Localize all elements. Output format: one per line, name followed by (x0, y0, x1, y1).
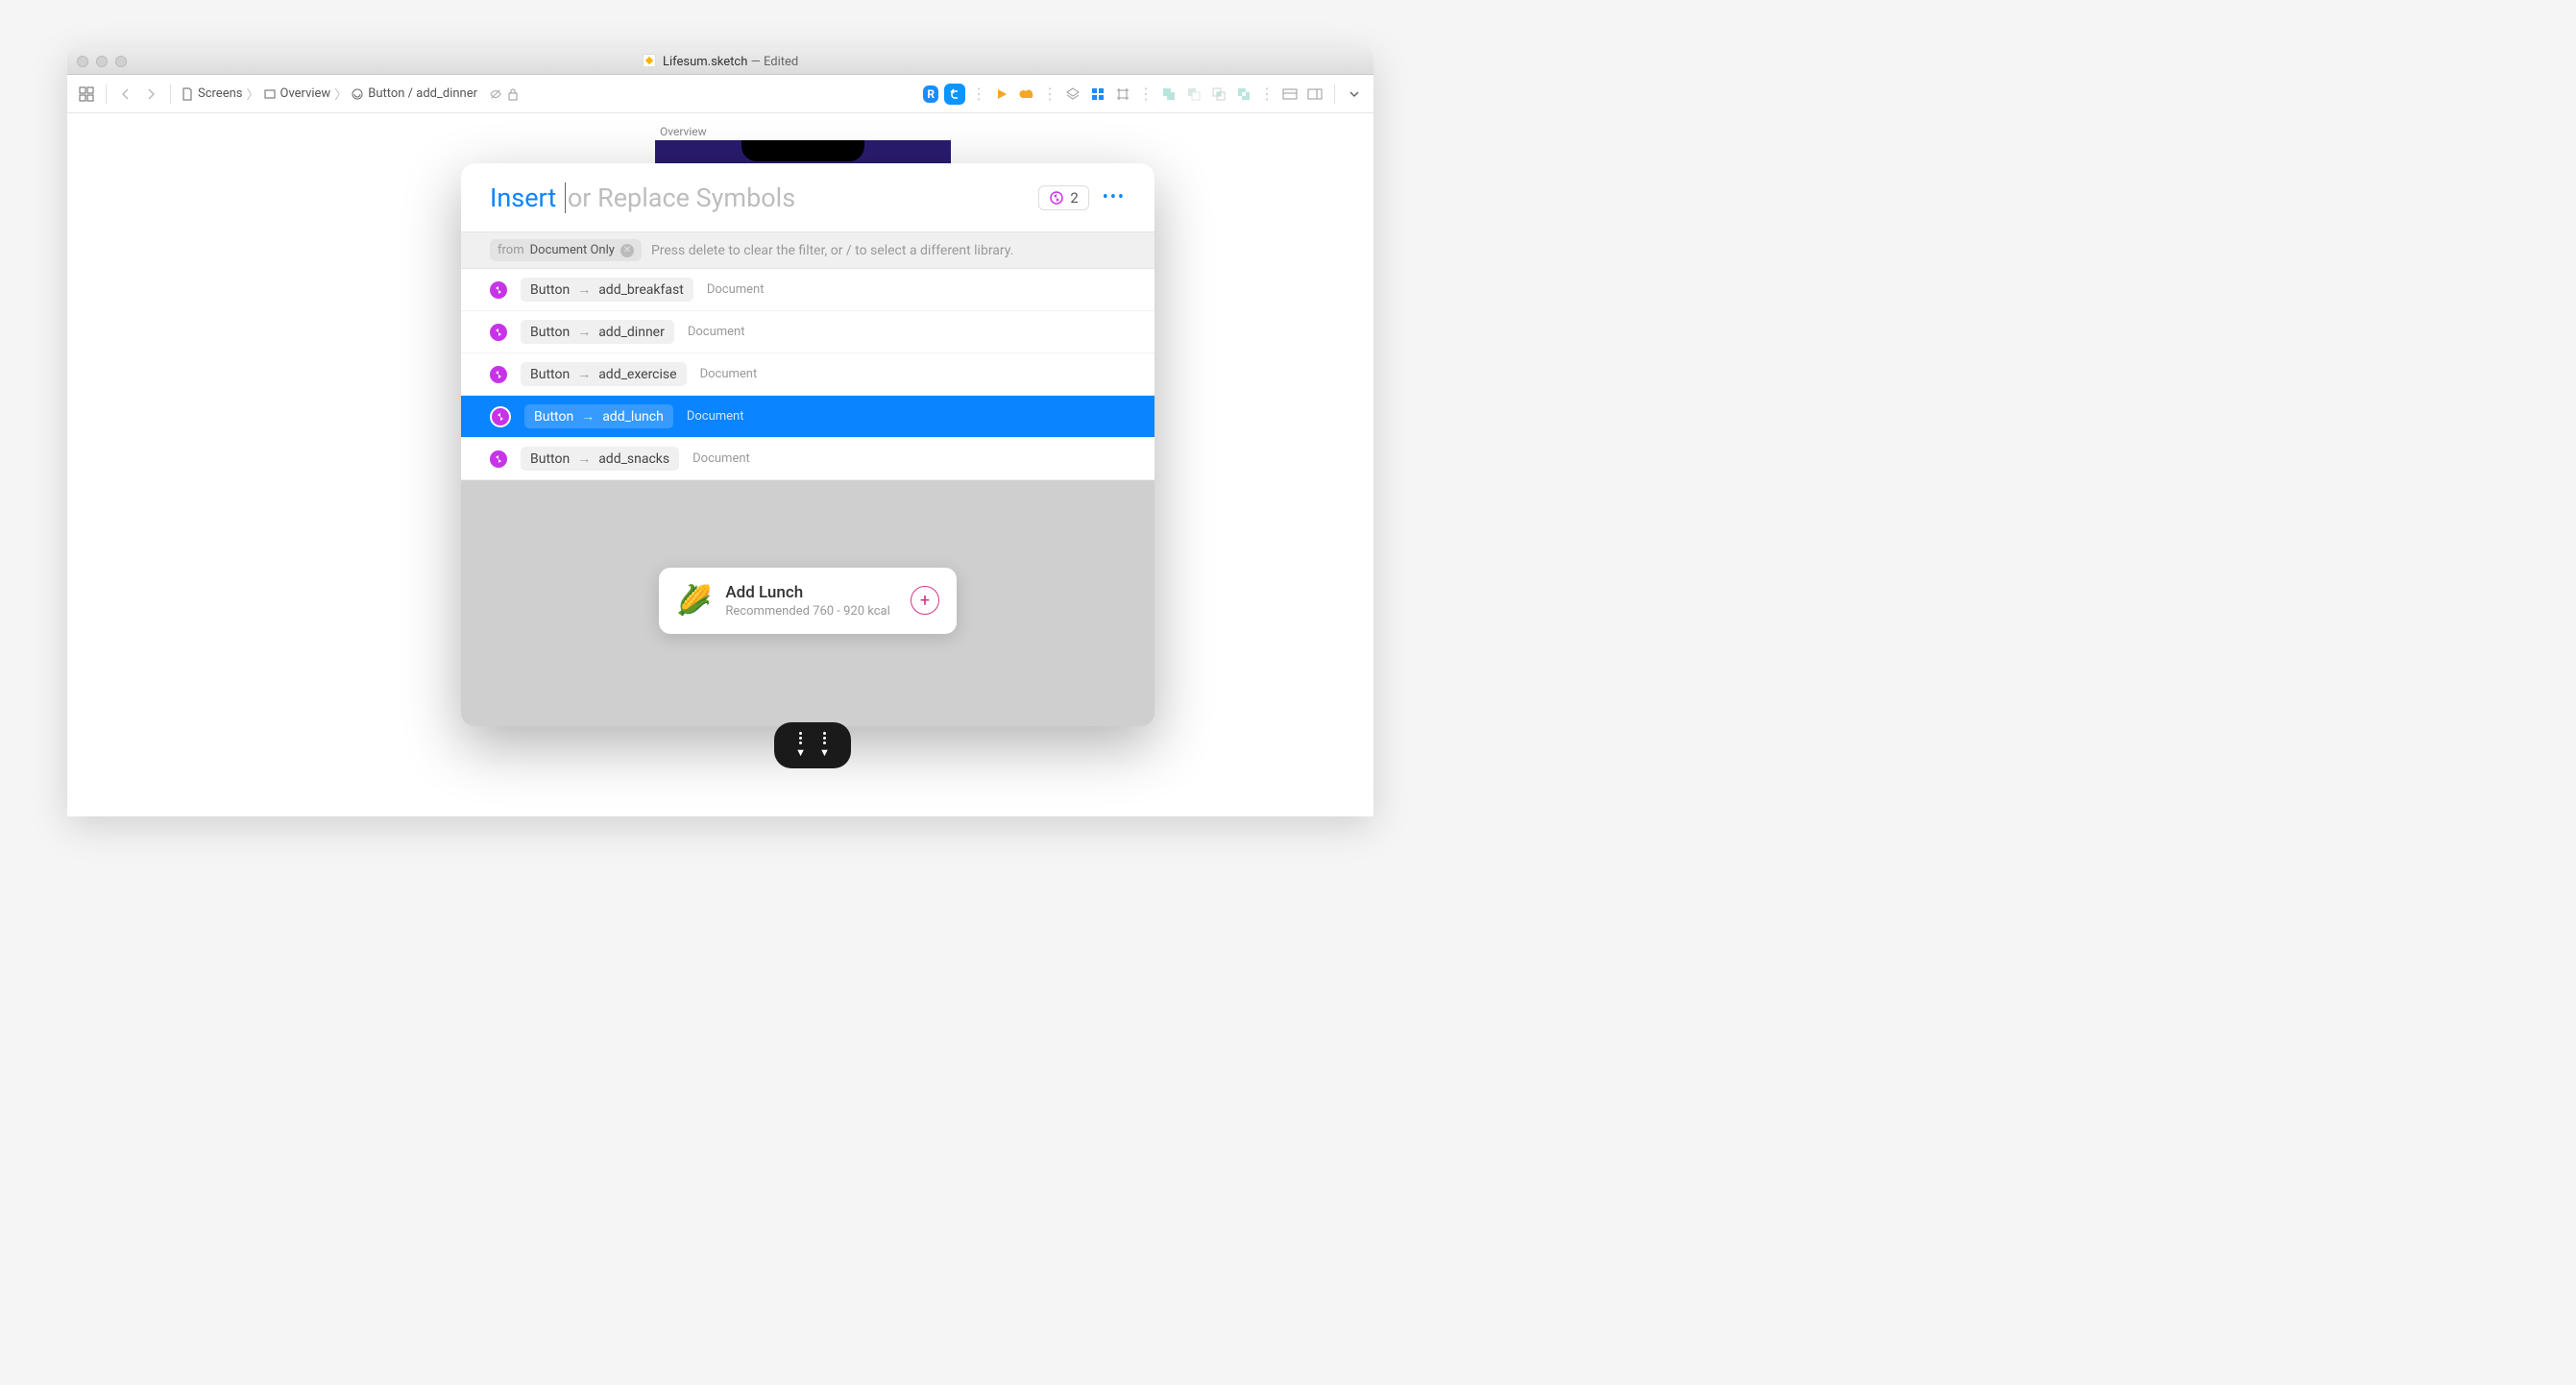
result-path: Button → add_snacks (521, 447, 679, 471)
phone-notch (741, 140, 864, 161)
cloud-icon[interactable] (1017, 85, 1036, 104)
result-group: Button (530, 367, 570, 382)
result-row[interactable]: Button → add_breakfast Document (461, 269, 1154, 311)
result-source: Document (693, 451, 750, 466)
clear-filter-icon[interactable]: ✕ (620, 244, 634, 257)
apps-grid-icon[interactable] (1088, 85, 1107, 104)
artboard-icon (263, 87, 277, 101)
result-source: Document (700, 367, 758, 381)
arrow-right-icon: → (577, 366, 591, 382)
result-source: Document (687, 409, 744, 424)
subtract-icon[interactable] (1184, 85, 1203, 104)
preview-title: Add Lunch (725, 583, 897, 602)
result-path: Button → add_breakfast (521, 278, 693, 302)
filter-bar: from Document Only ✕ Press delete to cle… (461, 232, 1154, 269)
grid-view-icon[interactable] (77, 85, 96, 104)
arrow-right-icon: → (577, 281, 591, 298)
symbol-instance-icon (490, 450, 507, 468)
app-window: Lifesum.sketch — Edited Screens 〉 Overvi… (67, 48, 1373, 816)
visibility-off-icon[interactable] (489, 87, 502, 101)
result-group: Button (530, 325, 570, 340)
result-name: add_exercise (598, 367, 676, 382)
result-row[interactable]: Button → add_snacks Document (461, 438, 1154, 480)
nav-forward-button[interactable] (141, 85, 160, 104)
filter-from-label: from (498, 243, 524, 257)
sketch-file-icon (643, 54, 656, 67)
symbol-instance-icon (490, 406, 511, 427)
selection-count-badge[interactable]: 2 (1038, 185, 1088, 210)
count-value: 2 (1070, 189, 1078, 207)
breadcrumb-item[interactable]: Screens (198, 86, 242, 101)
preview-area: 🌽 Add Lunch Recommended 760 - 920 kcal + (461, 480, 1154, 720)
dock-arrow-down-icon: ▼ (795, 732, 806, 759)
intersect-icon[interactable] (1209, 85, 1228, 104)
union-icon[interactable] (1159, 85, 1179, 104)
artboard-label[interactable]: Overview (660, 125, 707, 138)
view-panels-icon[interactable] (1305, 85, 1324, 104)
add-button[interactable]: + (911, 586, 939, 615)
window-status: — Edited (751, 55, 799, 69)
result-row[interactable]: Button → add_lunch Document (461, 396, 1154, 438)
insert-symbols-popup: Insert or Replace Symbols 2 ••• from Doc… (461, 163, 1154, 726)
popup-title: Insert or Replace Symbols (490, 182, 795, 213)
symbol-instance-icon (490, 281, 507, 299)
runner-r-icon[interactable]: R (923, 85, 938, 103)
result-row[interactable]: Button → add_dinner Document (461, 311, 1154, 353)
chevron-right-icon: 〉 (246, 85, 258, 103)
nav-back-button[interactable] (116, 85, 135, 104)
titlebar: Lifesum.sketch — Edited (67, 48, 1373, 75)
chevron-right-icon: 〉 (334, 85, 347, 103)
symbol-instance-icon (490, 366, 507, 383)
title-highlight: Insert (490, 182, 556, 213)
filter-from-value: Document Only (530, 243, 615, 257)
preview-card: 🌽 Add Lunch Recommended 760 - 920 kcal + (659, 568, 957, 634)
canvas[interactable]: Overview Insert or Replace Symbols 2 ••• (67, 113, 1373, 816)
result-path: Button → add_lunch (524, 404, 673, 428)
result-name: add_dinner (598, 325, 665, 340)
difference-icon[interactable] (1234, 85, 1253, 104)
window-filename: Lifesum.sketch (663, 55, 747, 69)
result-path: Button → add_exercise (521, 362, 687, 386)
arrow-right-icon: → (581, 408, 595, 425)
filter-chip[interactable]: from Document Only ✕ (490, 239, 642, 261)
popup-header: Insert or Replace Symbols 2 ••• (461, 163, 1154, 232)
artboard-tool-icon[interactable] (1113, 85, 1132, 104)
result-group: Button (530, 282, 570, 298)
result-source: Document (688, 325, 745, 339)
undo-icon[interactable] (944, 84, 965, 105)
title-rest[interactable]: or Replace Symbols (565, 182, 795, 213)
lock-icon[interactable] (506, 87, 520, 101)
result-name: add_lunch (602, 409, 664, 425)
arrow-right-icon: → (577, 450, 591, 467)
arrow-right-icon: → (577, 324, 591, 340)
more-options-button[interactable]: ••• (1103, 187, 1126, 207)
symbol-icon (351, 87, 364, 101)
dock-pill[interactable]: ▼ ▼ (774, 722, 851, 768)
result-group: Button (534, 409, 573, 425)
toolbar-right: R ⋮ ⋮ ⋮ (923, 84, 1364, 105)
view-list-icon[interactable] (1280, 85, 1300, 104)
result-path: Button → add_dinner (521, 320, 674, 344)
filter-hint: Press delete to clear the filter, or / t… (651, 243, 1013, 258)
toolbar: Screens 〉 Overview 〉 Button / add_dinner… (67, 75, 1373, 113)
chevron-down-icon[interactable] (1345, 85, 1364, 104)
symbol-instance-icon (490, 324, 507, 341)
result-name: add_snacks (598, 451, 669, 467)
play-icon[interactable] (992, 85, 1011, 104)
breadcrumb-item[interactable]: Button / add_dinner (368, 86, 477, 101)
layers-icon[interactable] (1063, 85, 1082, 104)
corn-icon: 🌽 (676, 584, 712, 618)
preview-subtitle: Recommended 760 - 920 kcal (725, 604, 897, 619)
result-name: add_breakfast (598, 282, 684, 298)
symbol-swap-icon (1049, 190, 1064, 206)
page-icon (181, 87, 194, 101)
breadcrumb: Screens 〉 Overview 〉 Button / add_dinner (181, 85, 520, 103)
breadcrumb-item[interactable]: Overview (280, 86, 331, 101)
result-source: Document (707, 282, 765, 297)
dock-arrow-down-icon: ▼ (819, 732, 830, 759)
result-group: Button (530, 451, 570, 467)
result-row[interactable]: Button → add_exercise Document (461, 353, 1154, 396)
window-title: Lifesum.sketch — Edited (67, 54, 1373, 69)
result-list: Button → add_breakfast Document Button → add_d… (461, 269, 1154, 480)
